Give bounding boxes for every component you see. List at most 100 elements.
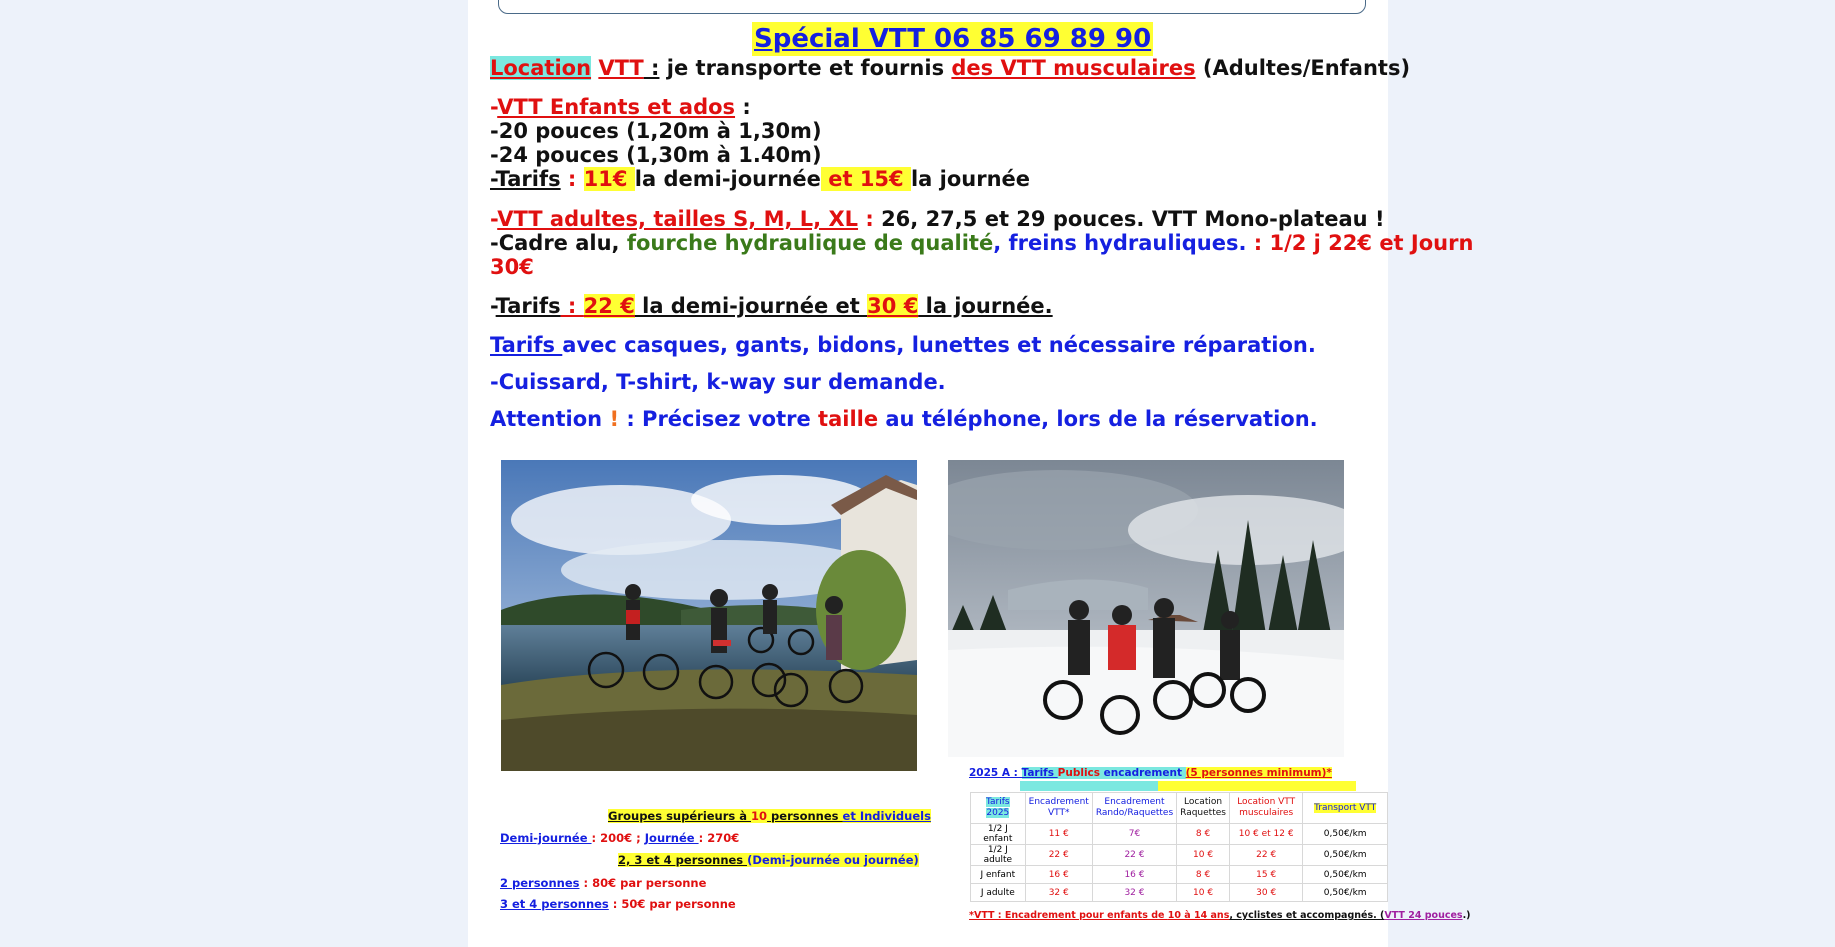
cell-enc-vtt: 32 € [1024, 883, 1093, 902]
adults-fourche: fourche hydraulique de qualité [626, 231, 994, 255]
groups-demi-price: : 200€ ; [591, 831, 645, 845]
th-loc-raquettes: Location Raquettes [1176, 792, 1230, 824]
photo-snow-bikers [948, 460, 1344, 757]
groups-two-line: 2 personnes : 80€ par personne [500, 876, 706, 890]
cell-enc-rando: 32 € [1091, 883, 1178, 902]
groups-two-price: : 80€ par personne [579, 876, 707, 890]
pricing-row: 1/2 J enfant 11 € 7€ 8 € 10 € et 12 € 0,… [970, 823, 1388, 845]
adults-cadre-text: -Cadre alu, [490, 231, 627, 255]
adults-tarifs-label: Tarifs [495, 294, 561, 318]
extras-clothes: -Cuissard, T-shirt, k-way sur demande. [490, 370, 946, 394]
groups-demi-label: Demi-journée [500, 831, 592, 845]
extras-tarifs: Tarifs avec casques, gants, bidons, lune… [490, 332, 1316, 358]
kids-heading-tail: : [735, 95, 751, 119]
kids-size-2: -24 pouces (1,30m à 1.40m) [490, 143, 822, 167]
footnote-d: VTT 24 pouces [1384, 910, 1463, 921]
footnote-c: , cyclistes et accompagnés. ( [1229, 910, 1385, 921]
header-box [498, 0, 1366, 14]
adults-freins: freins hydrauliques. [1008, 231, 1247, 255]
kids-tarifs: -Tarifs : 11€ la demi-journée et 15€ la … [490, 166, 1030, 192]
cell-loc-raquettes: 8 € [1176, 865, 1230, 884]
pricing-footnote: *VTT : Encadrement pour enfants de 10 à … [969, 909, 1471, 923]
th-enc-rando: Encadrement Rando/Raquettes [1091, 792, 1178, 824]
groups-heading-b: personnes [767, 809, 843, 823]
footnote-e: .) [1462, 910, 1471, 921]
location-label: Location [490, 56, 592, 80]
adults-half-day: : 1/2 j 22€ et Journ [1246, 231, 1474, 255]
attention-exclaim: ! [609, 407, 620, 431]
pricing-header-row: Tarifs 2025 Encadrement VTT* Encadrement… [970, 792, 1388, 824]
th-transport-text: Transport VTT [1314, 802, 1377, 813]
kids-price-full: et 15€ [820, 167, 911, 191]
pricing-heading-d: encadrement [1100, 767, 1186, 779]
page-content: Spécial VTT 06 85 69 89 90 Location VTT … [468, 0, 1473, 947]
cell-loc-vtt: 15 € [1228, 865, 1304, 884]
groups-heading-num: 10 [751, 809, 768, 823]
kids-size-1: -20 pouces (1,20m à 1,30m) [490, 119, 822, 143]
adults-colon: : [858, 207, 882, 231]
pricing-row: 1/2 J adulte 22 € 22 € 10 € 22 € 0,50€/k… [970, 844, 1388, 866]
cell-loc-raquettes: 10 € [1176, 883, 1230, 902]
kids-heading-text: VTT Enfants et ados [497, 95, 736, 119]
adults-half-day-cont: 30€ [490, 255, 534, 279]
groups-journee-price: : 270€ [698, 831, 740, 845]
groups-three-price: : 50€ par personne [608, 897, 736, 911]
pricing-highlight-cyan [1020, 781, 1158, 791]
pricing-heading-c: Publics [1057, 767, 1101, 779]
intro-colon: : [643, 56, 660, 80]
cell-loc-vtt: 22 € [1228, 844, 1304, 866]
cell-enc-vtt: 11 € [1024, 823, 1093, 845]
groups-small-heading-text: 2, 3 et 4 personnes [618, 853, 748, 867]
intro-line: Location VTT : je transporte et fournis … [490, 55, 1410, 81]
page-title: Spécial VTT 06 85 69 89 90 [752, 22, 1154, 56]
adults-heading: -VTT adultes, tailles S, M, L, XL : 26, … [490, 206, 1385, 232]
adults-price-full: 30 € [867, 294, 919, 318]
kids-half-text: la demi-journée [634, 167, 821, 191]
musculaires-label: des VTT musculaires [951, 56, 1196, 80]
groups-small-paren: (Demi-journée ou journée) [747, 853, 919, 867]
cell-loc-vtt: 30 € [1228, 883, 1304, 902]
groups-demi-line: Demi-journée : 200€ ; Journée : 270€ [500, 831, 739, 845]
groups-three-line: 3 et 4 personnes : 50€ par personne [500, 897, 736, 911]
cell-enc-vtt: 16 € [1024, 865, 1093, 884]
attention-text: : Précisez votre [619, 407, 819, 431]
attention-label: Attention [490, 407, 610, 431]
pricing-row: J adulte 32 € 32 € 10 € 30 € 0,50€/km [970, 883, 1388, 902]
vtt-label: VTT [598, 56, 644, 80]
adults-colon2: : [560, 294, 584, 318]
cell-label: 1/2 J adulte [970, 844, 1026, 866]
kids-full-text: la journée [910, 167, 1031, 191]
cell-enc-vtt: 22 € [1024, 844, 1093, 866]
th-enc-vtt: Encadrement VTT* [1024, 792, 1093, 824]
kids-price-half: 11€ [583, 167, 635, 191]
th-tarifs-text: Tarifs 2025 [986, 797, 1010, 818]
kids-tarifs-label: -Tarifs [490, 167, 561, 191]
attention-line: Attention ! : Précisez votre taille au t… [490, 406, 1318, 432]
footnote-b: 10 à 14 ans [1167, 910, 1230, 921]
pricing-heading-b: Tarifs [1021, 767, 1058, 779]
adults-end: la journée. [918, 294, 1053, 318]
adults-sizes: 26, 27,5 et 29 pouces. VTT Mono-plateau … [881, 207, 1385, 231]
cell-enc-rando: 16 € [1091, 865, 1178, 884]
pricing-highlight-bar [1020, 781, 1356, 791]
extras-tarifs-label: Tarifs [490, 333, 563, 357]
th-tarifs: Tarifs 2025 [970, 792, 1026, 824]
cell-loc-raquettes: 10 € [1176, 844, 1230, 866]
groups-journee-label: Journée [644, 831, 699, 845]
pricing-heading: 2025 A : Tarifs Publics encadrement (5 p… [969, 766, 1332, 780]
adults-mid: la demi-journée et [634, 294, 868, 318]
cell-loc-raquettes: 8 € [1176, 823, 1230, 845]
cell-label: 1/2 J enfant [970, 823, 1026, 845]
cell-label: J enfant [970, 865, 1026, 884]
groups-three-label: 3 et 4 personnes [500, 897, 609, 911]
cell-enc-rando: 7€ [1091, 823, 1178, 845]
groups-small-heading: 2, 3 et 4 personnes (Demi-journée ou jou… [618, 853, 919, 867]
adults-comma: , [993, 231, 1009, 255]
th-transport: Transport VTT [1302, 792, 1388, 824]
adults-tarifs: -Tarifs : 22 € la demi-journée et 30 € l… [490, 293, 1053, 319]
cell-loc-vtt: 10 € et 12 € [1228, 823, 1304, 845]
cell-transport: 0,50€/km [1302, 883, 1388, 902]
kids-colon: : [560, 167, 584, 191]
adults-price-half: 22 € [583, 294, 635, 318]
photo-lake-bikers [501, 460, 917, 771]
